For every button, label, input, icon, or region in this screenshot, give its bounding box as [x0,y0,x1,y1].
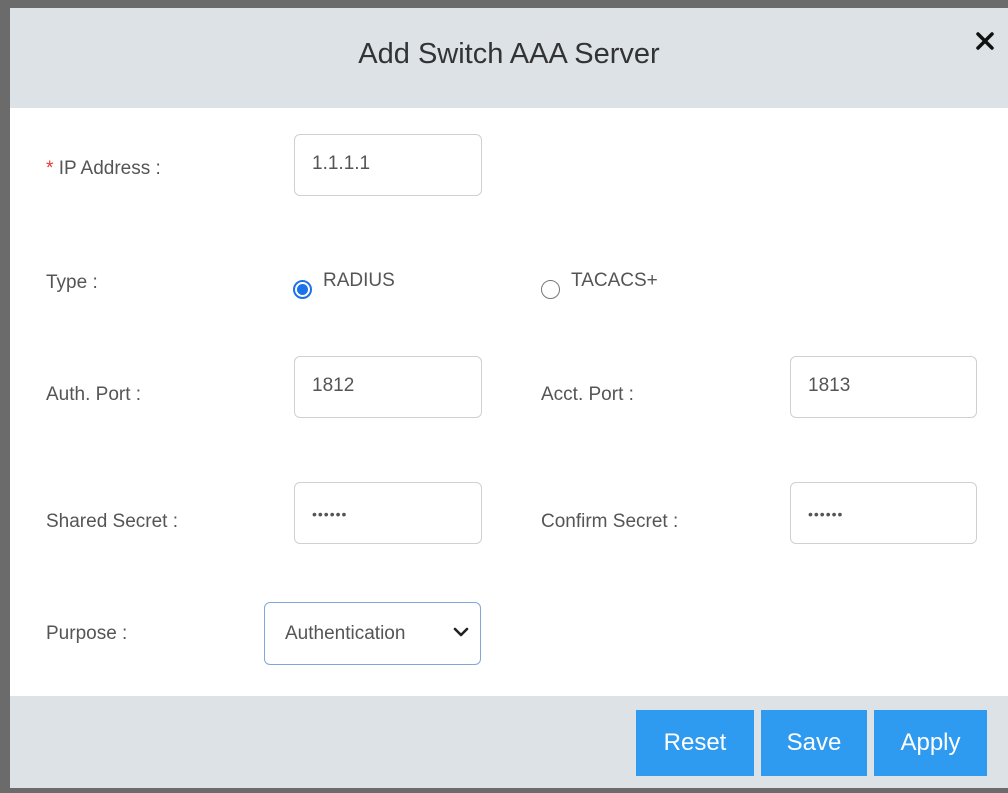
confirm-secret-label: Confirm Secret : [541,511,679,532]
auth-port-label: Auth. Port : [46,384,142,405]
shared-secret-label: Shared Secret : [46,511,179,532]
reset-button[interactable]: Reset [636,710,754,776]
radio-tacacs-indicator[interactable] [541,280,560,299]
close-icon [976,32,994,50]
radio-tacacs-label: TACACS+ [571,270,658,291]
apply-button[interactable]: Apply [874,710,987,776]
shared-secret-input[interactable]: •••••• [294,482,482,544]
ip-address-input[interactable]: 1.1.1.1 [294,134,482,196]
radio-radius-indicator[interactable] [293,280,312,299]
dialog-header: Add Switch AAA Server [10,8,1008,108]
save-button[interactable]: Save [761,710,867,776]
purpose-label: Purpose : [46,623,128,644]
required-mark: * [46,158,54,179]
add-aaa-server-dialog: Add Switch AAA Server * IP Address : 1.1… [10,8,1008,788]
close-button[interactable] [970,26,1000,56]
type-label: Type : [46,272,98,293]
radio-radius-label: RADIUS [323,270,395,291]
purpose-select-value: Authentication [285,622,406,644]
confirm-secret-input[interactable]: •••••• [790,482,977,544]
dialog-title: Add Switch AAA Server [358,38,660,70]
acct-port-label: Acct. Port : [541,384,634,405]
auth-port-input[interactable]: 1812 [294,356,482,418]
acct-port-input[interactable]: 1813 [790,356,977,418]
radio-tacacs[interactable]: TACACS+ [541,270,658,299]
ip-address-label: * IP Address : [46,158,161,180]
purpose-select[interactable]: Authentication [264,602,481,665]
ip-address-label-text: IP Address : [58,158,161,179]
radio-radius[interactable]: RADIUS [293,270,395,299]
chevron-down-icon [453,627,469,637]
